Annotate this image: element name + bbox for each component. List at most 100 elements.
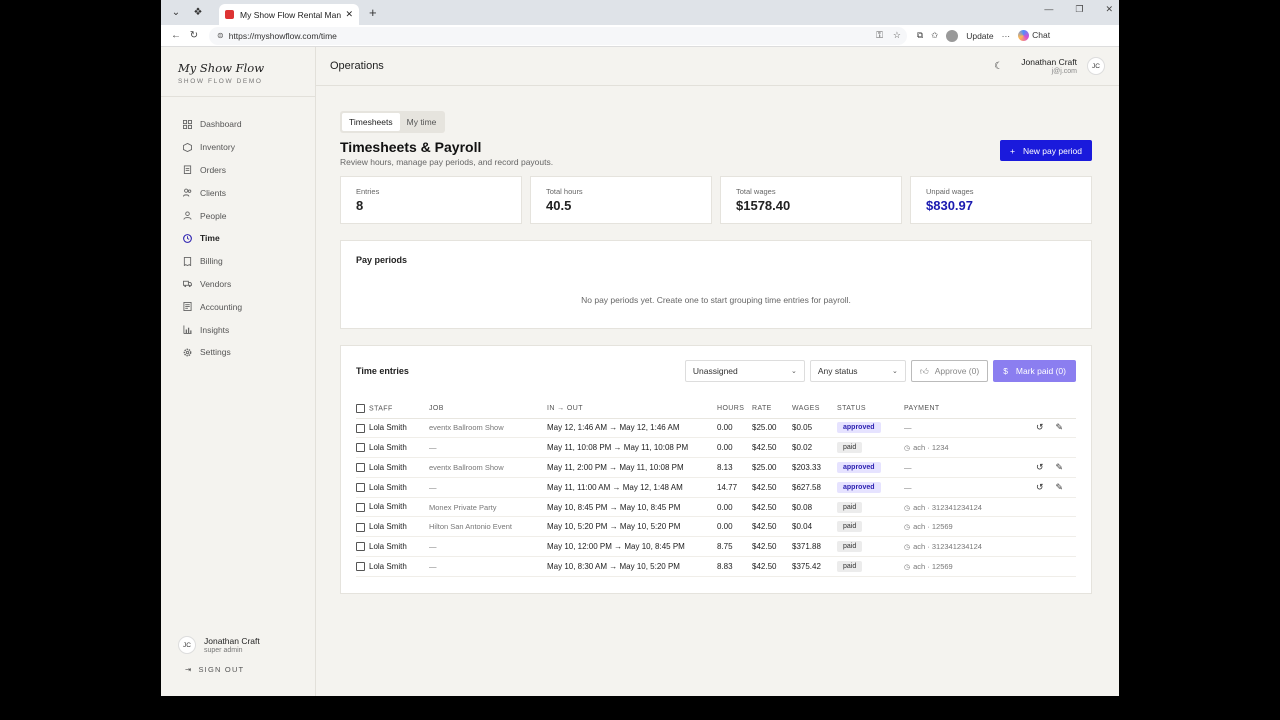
url-actions: ⚿ ☆ bbox=[876, 30, 901, 41]
tab-close-icon[interactable]: ✕ bbox=[345, 9, 353, 20]
table-row[interactable]: Lola Smith — May 10, 8:30 AM → May 10, 5:2… bbox=[356, 556, 1076, 577]
site-info-icon[interactable]: ⊜ bbox=[217, 31, 224, 40]
cell-payment: ◷ ach · 12569 bbox=[904, 556, 1024, 577]
select-all-checkbox[interactable] bbox=[356, 404, 365, 414]
sign-out-button[interactable]: ⇥ SIGN OUT bbox=[185, 665, 244, 674]
tab-timesheets[interactable]: Timesheets bbox=[342, 113, 400, 131]
more-icon[interactable]: ··· bbox=[1002, 31, 1011, 41]
workspaces-icon[interactable]: ❖ bbox=[189, 4, 207, 22]
cell-status: paid bbox=[837, 437, 904, 459]
cell-actions bbox=[1024, 556, 1076, 577]
chat-button[interactable]: Chat bbox=[1018, 30, 1050, 42]
sidebar-item-orders[interactable]: Orders bbox=[161, 159, 315, 182]
revert-icon[interactable]: ↺ bbox=[1036, 482, 1044, 492]
sidebar-item-time[interactable]: Time bbox=[161, 227, 315, 250]
sidebar-item-vendors[interactable]: Vendors bbox=[161, 273, 315, 296]
sidebar-item-insights[interactable]: Insights bbox=[161, 318, 315, 341]
approve-button[interactable]: 👍︎ Approve (0) bbox=[910, 360, 989, 382]
profile-avatar[interactable] bbox=[946, 29, 959, 42]
revert-icon[interactable]: ↺ bbox=[1036, 462, 1044, 472]
extensions-icon[interactable]: ⧉ bbox=[917, 30, 923, 41]
row-checkbox[interactable] bbox=[356, 502, 365, 512]
key-icon[interactable]: ⚿ bbox=[876, 30, 883, 41]
cell-staff: Lola Smith bbox=[356, 516, 429, 538]
table-row[interactable]: Lola Smith — May 10, 12:00 PM → May 10, 8:… bbox=[356, 536, 1076, 558]
edit-pencil-icon[interactable]: ✎ bbox=[1056, 422, 1064, 432]
brand[interactable]: My Show Flow SHOW FLOW DEMO bbox=[161, 47, 315, 97]
time-entries-card: Time entries Unassigned ⌄ Any status ⌄ 👍… bbox=[340, 345, 1092, 594]
theme-toggle-icon[interactable]: ☾ bbox=[994, 61, 1003, 72]
cell-rate: $42.50 bbox=[752, 437, 792, 459]
maximize-icon[interactable]: ❐ bbox=[1075, 4, 1083, 15]
sidebar: My Show Flow SHOW FLOW DEMO Dashboard Inv… bbox=[161, 47, 316, 696]
revert-icon[interactable]: ↺ bbox=[1036, 422, 1044, 432]
edit-pencil-icon[interactable]: ✎ bbox=[1056, 482, 1064, 492]
minimize-icon[interactable]: — bbox=[1044, 4, 1053, 15]
brand-name: My Show Flow bbox=[178, 61, 265, 75]
row-checkbox[interactable] bbox=[356, 443, 365, 453]
stat-entries: Entries 8 bbox=[340, 176, 522, 224]
back-icon[interactable]: ← bbox=[167, 30, 185, 41]
cell-hours: 0.00 bbox=[717, 418, 752, 439]
pay-periods-title: Pay periods bbox=[356, 255, 408, 265]
box-icon bbox=[183, 142, 192, 152]
cell-status: paid bbox=[837, 516, 904, 538]
staff-name: Lola Smith bbox=[369, 423, 407, 433]
table-row[interactable]: Lola Smith eventx Ballroom Show May 11, 2:… bbox=[356, 457, 1076, 478]
row-checkbox[interactable] bbox=[356, 482, 365, 492]
topbar-avatar[interactable]: JC bbox=[1087, 57, 1105, 75]
tab-my-time[interactable]: My time bbox=[400, 113, 444, 131]
row-checkbox[interactable] bbox=[356, 522, 365, 532]
payment-text: — bbox=[904, 423, 912, 433]
mark-paid-label: Mark paid (0) bbox=[1015, 366, 1066, 376]
sidebar-item-accounting[interactable]: Accounting bbox=[161, 295, 315, 318]
cell-status: paid bbox=[837, 536, 904, 558]
new-tab-icon[interactable]: + bbox=[369, 5, 377, 20]
cell-wages: $375.42 bbox=[792, 556, 837, 577]
url-text: https://myshowflow.com/time bbox=[228, 30, 337, 41]
url-field[interactable]: ⊜ https://myshowflow.com/time ⚿ ☆ bbox=[209, 26, 907, 45]
cell-inout: May 11, 11:00 AM → May 12, 1:48 AM bbox=[547, 477, 717, 498]
table-row[interactable]: Lola Smith Hilton San Antonio Event May 10… bbox=[356, 516, 1076, 538]
row-checkbox[interactable] bbox=[356, 542, 365, 552]
sidebar-item-label: People bbox=[200, 210, 227, 221]
sidebar-item-settings[interactable]: Settings bbox=[161, 341, 315, 364]
row-checkbox[interactable] bbox=[356, 463, 365, 473]
row-checkbox[interactable] bbox=[356, 423, 365, 433]
refresh-icon[interactable]: ↻ bbox=[185, 30, 203, 41]
clock-icon: ◷ bbox=[904, 445, 911, 453]
sign-out-label: SIGN OUT bbox=[198, 665, 245, 674]
status-filter[interactable]: Any status ⌄ bbox=[809, 360, 906, 382]
gear-icon bbox=[183, 348, 192, 357]
close-window-icon[interactable]: ✕ bbox=[1105, 4, 1113, 15]
stat-value: 8 bbox=[356, 198, 364, 213]
staff-name: Lola Smith bbox=[369, 541, 407, 551]
update-button[interactable]: Update bbox=[966, 31, 993, 41]
new-pay-period-button[interactable]: + New pay period bbox=[999, 140, 1092, 161]
cell-inout: May 10, 5:20 PM → May 10, 5:20 PM bbox=[547, 516, 717, 538]
mark-paid-button[interactable]: $ Mark paid (0) bbox=[993, 360, 1076, 382]
stat-value: $1578.40 bbox=[736, 198, 791, 213]
sidebar-item-inventory[interactable]: Inventory bbox=[161, 136, 315, 159]
favorites-icon[interactable]: ✩ bbox=[931, 30, 938, 41]
table-row[interactable]: Lola Smith eventx Ballroom Show May 12, 1:… bbox=[356, 418, 1076, 439]
app: My Show Flow SHOW FLOW DEMO Dashboard Inv… bbox=[161, 47, 1119, 696]
sidebar-item-clients[interactable]: Clients bbox=[161, 181, 315, 204]
col-rate: RATE bbox=[752, 400, 792, 419]
cell-inout: May 11, 10:08 PM → May 11, 10:08 PM bbox=[547, 437, 717, 459]
cell-actions: ↺ ✎ bbox=[1024, 457, 1076, 478]
sidebar-item-billing[interactable]: Billing bbox=[161, 250, 315, 273]
row-checkbox[interactable] bbox=[356, 562, 365, 572]
table-row[interactable]: Lola Smith — May 11, 11:00 AM → May 12, 1:… bbox=[356, 477, 1076, 498]
sidebar-item-people[interactable]: People bbox=[161, 204, 315, 227]
edit-pencil-icon[interactable]: ✎ bbox=[1056, 462, 1064, 472]
table-row[interactable]: Lola Smith Monex Private Party May 10, 8:4… bbox=[356, 497, 1076, 518]
tab-list-icon[interactable]: ⌄ bbox=[167, 4, 185, 22]
browser-tab[interactable]: My Show Flow Rental Management ✕ bbox=[219, 4, 359, 25]
favorite-star-icon[interactable]: ☆ bbox=[893, 30, 901, 41]
topbar-user-name: Jonathan Craft bbox=[1021, 57, 1077, 67]
table-row[interactable]: Lola Smith — May 11, 10:08 PM → May 11, 10… bbox=[356, 437, 1076, 459]
assignment-filter-value: Unassigned bbox=[692, 366, 738, 376]
sidebar-item-dashboard[interactable]: Dashboard bbox=[161, 113, 315, 136]
assignment-filter[interactable]: Unassigned ⌄ bbox=[684, 360, 805, 382]
